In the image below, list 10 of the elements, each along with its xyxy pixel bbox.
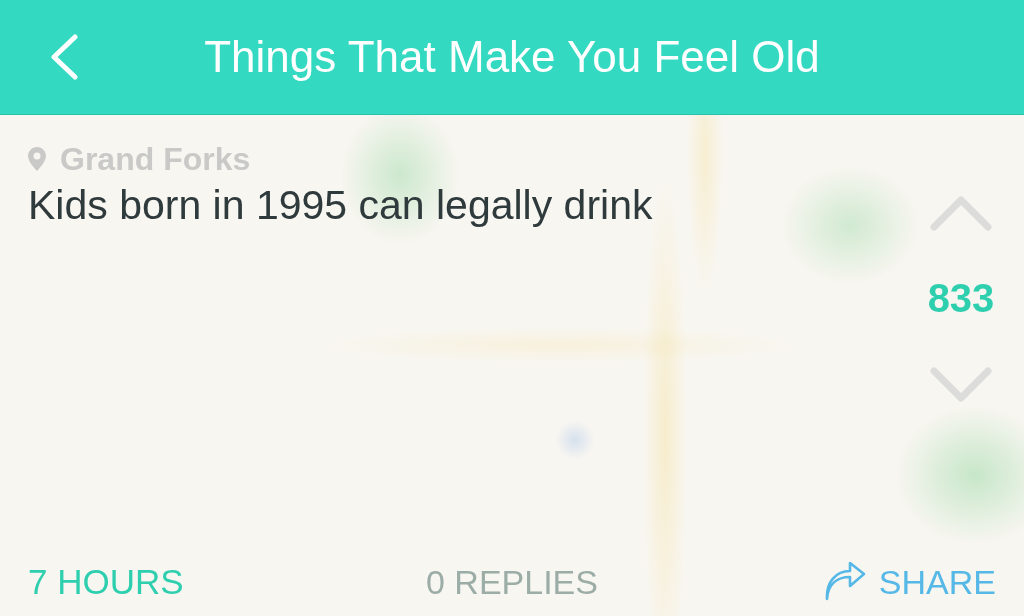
upvote-chevron-icon[interactable] — [930, 195, 992, 231]
post-time: 7 HOURS — [28, 561, 184, 603]
replies-link[interactable]: 0 REPLIES — [426, 560, 598, 604]
page-title: Things That Make You Feel Old — [204, 32, 820, 82]
post-text: Kids born in 1995 can legally drink — [28, 181, 654, 229]
back-chevron-icon — [49, 34, 79, 80]
downvote-chevron-icon[interactable] — [930, 367, 992, 403]
vote-count: 833 — [927, 275, 995, 321]
location-pin-icon — [28, 147, 46, 171]
share-button[interactable]: SHARE — [822, 560, 996, 604]
